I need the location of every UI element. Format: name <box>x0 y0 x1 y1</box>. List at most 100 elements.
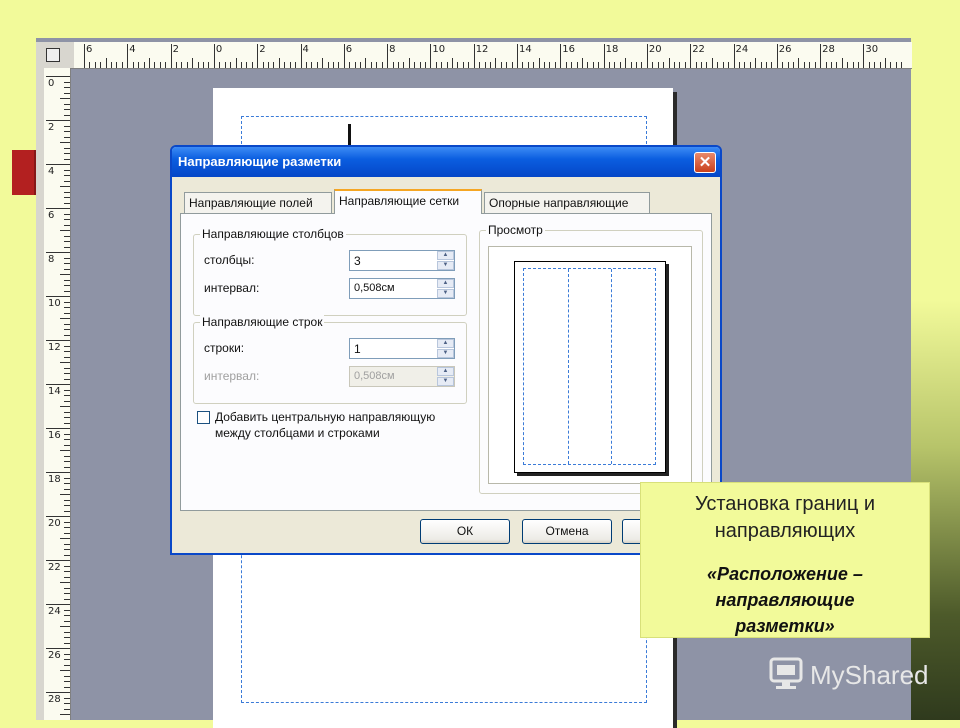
ruler-tick <box>64 147 70 149</box>
ruler-tick <box>60 230 70 231</box>
ruler-tick <box>64 378 70 380</box>
ruler-tick <box>64 631 70 633</box>
ok-button[interactable]: ОК <box>420 519 510 544</box>
ruler-tick <box>64 136 70 138</box>
ruler-tick <box>64 81 70 83</box>
ruler-tick <box>64 202 70 204</box>
vertical-ruler[interactable]: 0 2 4 6 8 10 12 14 16 18 20 22 24 26 28 <box>44 68 71 720</box>
column-spacing-label: интервал: <box>204 281 260 295</box>
ruler-tick <box>60 406 70 407</box>
ruler-tick <box>273 62 275 68</box>
tab-margin-guides[interactable]: Направляющие полей <box>184 192 332 213</box>
ruler-tick <box>105 58 107 68</box>
ruler-tick <box>571 62 573 68</box>
tab-baseline-guides[interactable]: Опорные направляющие <box>484 192 650 213</box>
ruler-tick <box>60 538 70 539</box>
ruler-tick <box>64 334 70 336</box>
ruler-top-label: 28 <box>822 44 835 55</box>
ruler-tick <box>64 235 70 237</box>
ruler-tick <box>332 62 334 68</box>
ruler-top-label: 2 <box>259 44 266 55</box>
ruler-tick <box>60 98 70 99</box>
ruler-tick <box>305 62 307 68</box>
ruler-tick <box>64 312 70 314</box>
spin-up-icon[interactable]: ▲ <box>437 279 454 288</box>
center-guide-checkbox[interactable] <box>197 411 210 424</box>
spin-down-icon[interactable]: ▼ <box>437 289 454 298</box>
rows-stepper[interactable]: 1 ▲ ▼ <box>349 338 455 359</box>
grid-preview <box>488 246 692 484</box>
ruler-tick <box>64 290 70 292</box>
ruler-tick <box>370 62 372 68</box>
ruler-tick <box>484 62 486 68</box>
ruler-top-label: 6 <box>345 44 353 55</box>
ruler-tick <box>771 62 773 68</box>
ruler-tick <box>511 62 513 68</box>
ruler-tick <box>408 58 410 68</box>
ruler-tick <box>46 604 70 605</box>
ruler-tick <box>311 62 313 68</box>
ruler-tick <box>630 62 632 68</box>
ruler-tick <box>338 62 340 68</box>
spin-up-icon[interactable]: ▲ <box>437 251 454 260</box>
ruler-tick <box>64 395 70 396</box>
ruler-tick <box>890 62 892 68</box>
text-cursor <box>348 124 351 146</box>
ruler-tick <box>60 494 70 495</box>
ruler-tick <box>625 58 627 68</box>
columns-spin-buttons: ▲ ▼ <box>437 251 454 270</box>
ruler-tick <box>64 422 70 424</box>
ruler-tick <box>679 62 681 68</box>
ruler-tick <box>760 62 762 68</box>
spin-up-icon[interactable]: ▲ <box>437 339 454 348</box>
ruler-corner-button[interactable] <box>36 42 75 69</box>
ruler-left-label: 8 <box>48 254 55 265</box>
spin-down-icon[interactable]: ▼ <box>437 349 454 358</box>
ruler-tick <box>64 703 70 704</box>
columns-stepper[interactable]: 3 ▲ ▼ <box>349 250 455 271</box>
ruler-tick <box>64 92 70 94</box>
ruler-tick <box>479 62 481 68</box>
ruler-tick <box>64 659 70 660</box>
ruler-tick <box>64 246 70 248</box>
ruler-tick <box>60 670 70 671</box>
ruler-top-label: 24 <box>735 44 749 55</box>
tab-grid-guides[interactable]: Направляющие сетки <box>334 189 482 214</box>
ruler-tick <box>46 208 70 209</box>
ruler-tick <box>64 175 70 176</box>
ruler-top-label: 26 <box>778 44 792 55</box>
horizontal-ruler[interactable]: 6 4 2 0 2 4 6 8 10 12 14 16 18 20 22 24 26 28 30 <box>74 42 912 69</box>
ruler-tick <box>64 686 70 688</box>
column-spacing-stepper[interactable]: 0,508см ▲ ▼ <box>349 278 455 299</box>
spin-down-icon[interactable]: ▼ <box>437 261 454 270</box>
ruler-tick <box>841 58 843 68</box>
ruler-tick <box>64 681 70 682</box>
ruler-tick <box>64 345 70 347</box>
ruler-tick <box>60 186 70 187</box>
ruler-tick <box>462 62 464 68</box>
close-icon[interactable]: ✕ <box>694 152 716 173</box>
cancel-button[interactable]: Отмена <box>522 519 612 544</box>
center-guide-label-line2: между столбцами и строками <box>215 426 380 440</box>
ruler-tick <box>295 62 297 68</box>
ruler-tick <box>728 62 730 68</box>
ruler-left-label: 4 <box>48 166 55 177</box>
ruler-tick <box>268 62 270 68</box>
ruler-tick <box>64 301 70 303</box>
ruler-tick <box>64 433 70 435</box>
ruler-tick <box>441 62 443 68</box>
ruler-tick <box>603 44 605 68</box>
ruler-tick <box>64 444 70 446</box>
ruler-tick <box>235 58 237 68</box>
ruler-tick <box>457 62 459 68</box>
ruler-tick <box>60 142 70 143</box>
dialog-titlebar[interactable]: Направляющие разметки ✕ <box>172 147 720 177</box>
ruler-tick <box>64 477 70 479</box>
ruler-tick <box>64 483 70 484</box>
ruler-tick <box>46 516 70 517</box>
ruler-tick <box>565 62 567 68</box>
left-toolbar-strip <box>36 68 44 720</box>
ruler-tick <box>230 62 232 68</box>
ruler-tick <box>327 62 329 68</box>
ruler-tick <box>64 505 70 506</box>
